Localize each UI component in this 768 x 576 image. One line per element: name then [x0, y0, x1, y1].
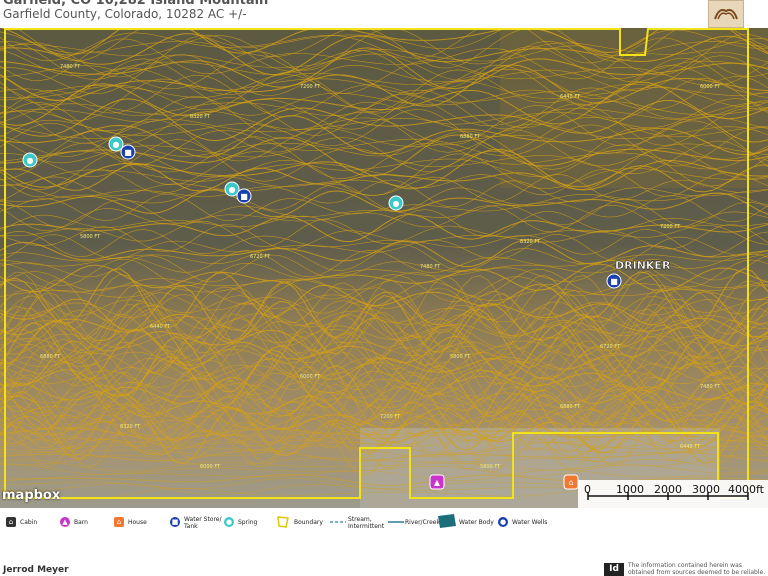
svg-text:●: ●	[113, 140, 120, 149]
contour-label: 6440 FT	[680, 444, 701, 450]
disclaimer-text: The information contained herein was obt…	[628, 562, 766, 576]
svg-text:●: ●	[393, 199, 400, 208]
legend-label: Stream, Intermittent	[348, 516, 385, 530]
scale-tick: 3000	[692, 483, 720, 496]
scale-tick: 0	[584, 483, 591, 496]
svg-text:■: ■	[124, 148, 132, 157]
spring-marker[interactable]: ●	[22, 152, 38, 168]
water-well-icon: ●	[498, 517, 508, 527]
svg-text:■: ■	[610, 277, 618, 286]
svg-text:⌂: ⌂	[568, 478, 573, 487]
contour-label: 5800 FT	[450, 354, 471, 360]
contour-label: 6880 FT	[560, 404, 581, 410]
contour-label: 8320 FT	[520, 239, 541, 245]
map-canvas[interactable]: 7480 FT 8320 FT 7200 FT 6880 FT 6440 FT 6000 …	[0, 28, 768, 508]
contour-label: 6000 FT	[200, 464, 221, 470]
svg-text:●: ●	[27, 156, 34, 165]
agent-name: Jerrod Meyer	[3, 565, 69, 575]
svg-text:▲: ▲	[434, 478, 441, 487]
barn-icon: ▲	[60, 517, 70, 527]
cabin-icon: ⌂	[6, 517, 16, 527]
legend-label: Spring	[238, 519, 258, 526]
contour-label: 6440 FT	[150, 324, 171, 330]
satellite-map[interactable]: 7480 FT 8320 FT 7200 FT 6880 FT 6440 FT 6000 …	[0, 28, 768, 508]
water-tank-marker[interactable]: ■	[236, 188, 252, 204]
contour-label: 8320 FT	[120, 424, 141, 430]
legend-label: Water Store/ Tank	[184, 516, 222, 530]
svg-text:●: ●	[229, 185, 236, 194]
contour-label: 7200 FT	[660, 224, 681, 230]
legend-label: Water Body	[459, 519, 494, 526]
contour-label: 7200 FT	[380, 414, 401, 420]
barn-marker[interactable]: ▲	[429, 474, 445, 490]
legend-label: House	[128, 519, 147, 526]
contour-label: 6880 FT	[40, 354, 61, 360]
svg-text:■: ■	[240, 192, 248, 201]
spring-marker[interactable]: ●	[108, 136, 124, 152]
contour-label: 5800 FT	[80, 234, 101, 240]
house-icon: ⌂	[114, 517, 124, 527]
scale-tick: 1000	[616, 483, 644, 496]
boundary-icon	[277, 516, 289, 528]
water-tank-icon: ■	[170, 517, 180, 527]
river-icon	[388, 521, 404, 523]
contour-label: 7480 FT	[60, 64, 81, 70]
contour-label: 7200 FT	[300, 84, 321, 90]
mapbox-attribution[interactable]: mapbox	[2, 488, 60, 503]
place-label-drinker: DRINKER	[615, 259, 671, 272]
scale-tick: 2000	[654, 483, 682, 496]
contour-label: 6440 FT	[560, 94, 581, 100]
map-legend: ⌂ Cabin ▲ Barn ⌂ House ■ Water Store/ Ta…	[0, 510, 768, 540]
legend-label: Water Wells	[512, 519, 548, 526]
spring-marker[interactable]: ●	[388, 195, 404, 211]
contour-label: 5800 FT	[480, 464, 501, 470]
legend-label: Cabin	[20, 519, 38, 526]
scale-tick: 4000ft	[728, 483, 764, 496]
stream-intermittent-icon	[330, 521, 346, 523]
legend-label: Barn	[74, 519, 88, 526]
water-tank-marker[interactable]: ■	[606, 273, 622, 289]
scale-bar: 0 1000 2000 3000 4000ft	[578, 480, 768, 508]
legend-label: Boundary	[294, 519, 323, 526]
contour-label: 6880 FT	[460, 134, 481, 140]
contour-label: 7480 FT	[700, 384, 721, 390]
brand-logo	[708, 0, 744, 28]
water-body-icon	[438, 514, 456, 528]
water-tank-marker[interactable]: ■	[120, 144, 136, 160]
id-logo: Id	[604, 563, 624, 576]
contour-label: 6000 FT	[700, 84, 721, 90]
map-subtitle: Garfield County, Colorado, 10282 AC +/-	[3, 7, 247, 21]
contour-label: 6000 FT	[300, 374, 321, 380]
contour-label: 8320 FT	[190, 114, 211, 120]
contour-label: 6720 FT	[600, 344, 621, 350]
legend-label: River/Creek	[405, 519, 440, 526]
contour-label: 7480 FT	[420, 264, 441, 270]
spring-icon: ●	[224, 517, 234, 527]
contour-label: 6720 FT	[250, 254, 271, 260]
house-marker[interactable]: ⌂	[563, 474, 579, 490]
